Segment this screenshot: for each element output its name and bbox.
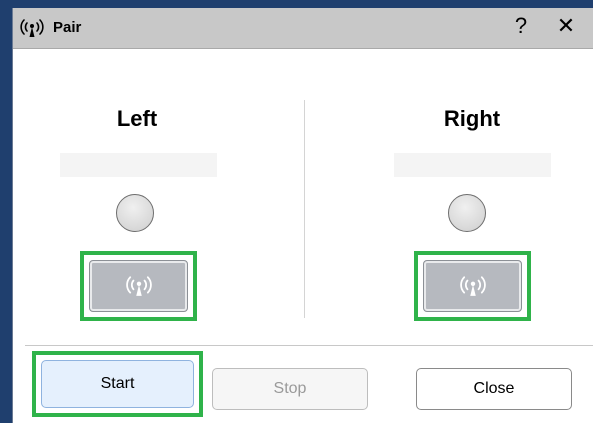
left-pair-button[interactable] — [80, 251, 197, 321]
column-divider — [304, 100, 305, 318]
right-heading: Right — [443, 106, 501, 131]
window-title: Pair — [53, 19, 82, 36]
pair-dialog: Pair ? ✕ Left Right Start Stop Close — [12, 8, 593, 423]
close-icon[interactable]: ✕ — [555, 13, 577, 39]
antenna-signal-icon — [459, 276, 486, 296]
left-device-name — [60, 153, 217, 177]
stop-button[interactable]: Stop — [212, 368, 368, 410]
start-button[interactable]: Start — [41, 360, 194, 408]
right-pair-button[interactable] — [414, 251, 531, 321]
antenna-signal-icon — [20, 19, 44, 37]
close-button[interactable]: Close — [416, 368, 572, 410]
footer-divider — [25, 345, 593, 346]
left-status-indicator — [116, 194, 154, 232]
help-button[interactable]: ? — [510, 13, 532, 39]
left-pair-button-face[interactable] — [89, 260, 188, 312]
antenna-signal-icon — [125, 276, 152, 296]
left-heading: Left — [116, 106, 158, 131]
start-button-highlight: Start — [32, 351, 203, 417]
window-frame-left — [0, 0, 12, 423]
right-pair-button-face[interactable] — [423, 260, 522, 312]
right-status-indicator — [448, 194, 486, 232]
window-frame-top — [0, 0, 593, 8]
right-device-name — [394, 153, 551, 177]
title-bar[interactable]: Pair ? ✕ — [13, 8, 593, 49]
